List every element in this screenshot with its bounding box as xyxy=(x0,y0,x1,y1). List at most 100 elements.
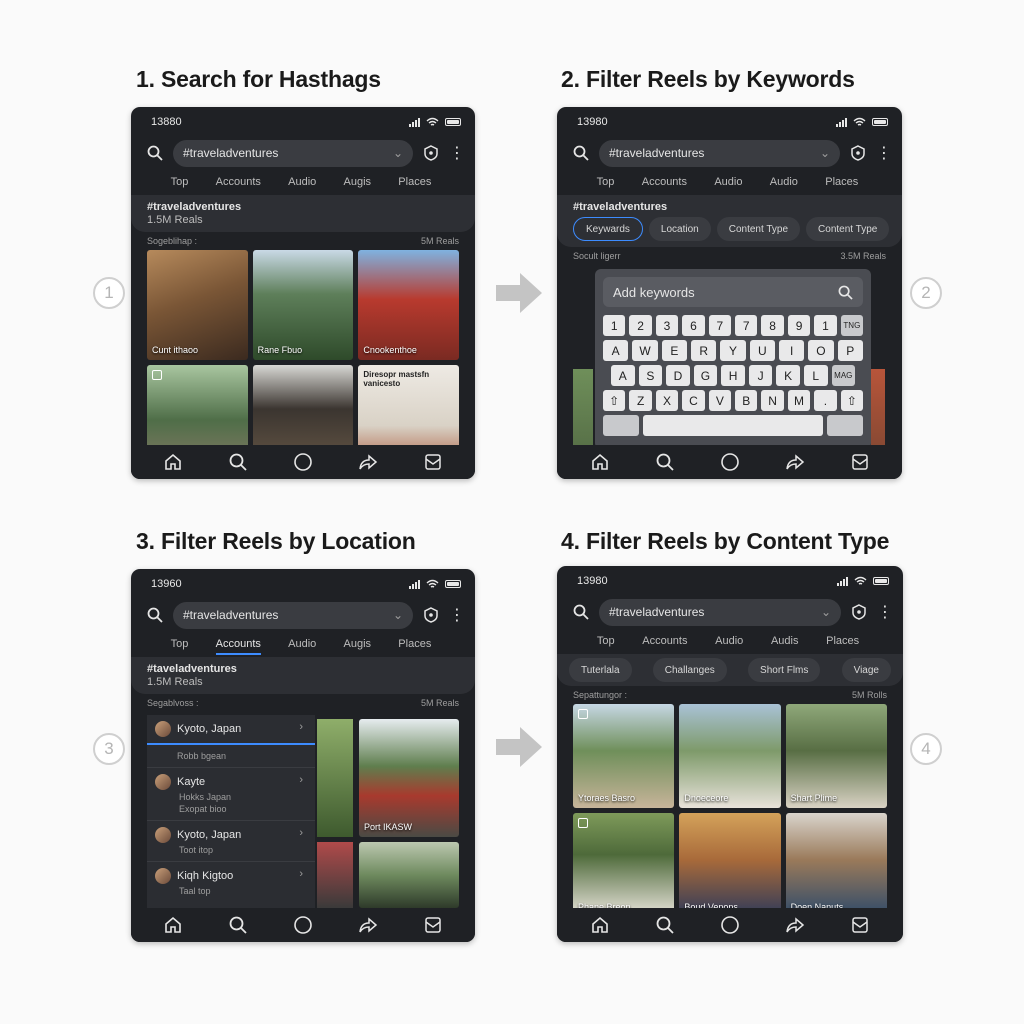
reel-thumbnail[interactable]: Port IKASW xyxy=(359,719,459,837)
shield-icon[interactable] xyxy=(850,145,866,161)
keyboard-key[interactable]: J xyxy=(748,365,773,386)
tab-audio[interactable]: Audio xyxy=(288,176,316,188)
tab-accounts[interactable]: Accounts xyxy=(642,176,687,188)
reel-thumbnail[interactable]: Ytoraes Basro xyxy=(573,704,675,808)
reel-thumbnail[interactable]: Dnoeceore xyxy=(679,704,781,808)
reels-icon[interactable] xyxy=(293,452,313,472)
chip-content-type[interactable]: Content Type xyxy=(716,217,801,241)
reel-thumbnail[interactable]: Rane Fbuo xyxy=(252,250,354,360)
inbox-icon[interactable] xyxy=(850,452,870,472)
keyboard-key[interactable]: Z xyxy=(629,390,652,411)
tab-audio-2[interactable]: Audio xyxy=(770,176,798,188)
reel-thumbnail[interactable]: Cunt ithaoo xyxy=(147,250,248,360)
keyboard-key[interactable] xyxy=(603,415,639,436)
keyboard-key[interactable]: X xyxy=(655,390,679,411)
keyboard-key[interactable]: I xyxy=(778,340,805,361)
reel-thumbnail[interactable] xyxy=(317,842,353,908)
chevron-down-icon[interactable]: ⌄ xyxy=(393,146,403,160)
keyboard-key[interactable]: L xyxy=(803,365,828,386)
tab-augis[interactable]: Augis xyxy=(344,176,372,188)
keyboard-key[interactable]: M xyxy=(787,390,811,411)
reels-icon[interactable] xyxy=(293,915,313,935)
keyboard-key[interactable]: 3 xyxy=(655,315,679,336)
share-icon[interactable] xyxy=(358,915,378,935)
tab-augis[interactable]: Augis xyxy=(344,638,372,650)
chip-tutorials[interactable]: Tuterlala xyxy=(569,658,632,682)
keyboard-key[interactable]: TNG xyxy=(840,315,864,336)
reel-thumbnail[interactable]: Cnookenthoe xyxy=(358,250,459,360)
search-icon[interactable] xyxy=(147,145,163,161)
inbox-icon[interactable] xyxy=(423,915,443,935)
keyboard-key[interactable] xyxy=(827,415,863,436)
keyword-input[interactable]: Add keywords xyxy=(603,277,863,307)
chip-keywords[interactable]: Keywards xyxy=(573,217,643,241)
keyboard-key[interactable]: O xyxy=(808,340,834,361)
chip-location[interactable]: Location xyxy=(648,217,711,241)
location-item[interactable]: Kyoto, Japan › xyxy=(147,715,315,745)
keyboard-key[interactable]: A xyxy=(603,340,629,361)
reel-thumbnail[interactable]: Boud Venons xyxy=(679,813,781,917)
more-options-icon[interactable]: ⋮ xyxy=(449,143,465,163)
tab-audio[interactable]: Audio xyxy=(714,176,742,188)
home-icon[interactable] xyxy=(590,452,610,472)
keyboard-key[interactable]: C xyxy=(682,390,705,411)
more-options-icon[interactable]: ⋮ xyxy=(876,143,892,163)
keyboard-key[interactable]: 9 xyxy=(787,315,811,336)
location-item[interactable]: Kayte Hokks Japan Exopat bioo › xyxy=(147,768,315,821)
tab-places[interactable]: Places xyxy=(826,635,859,647)
tab-places[interactable]: Places xyxy=(398,638,431,650)
keyboard-key[interactable]: N xyxy=(761,390,784,411)
search-input[interactable]: #traveladventures ⌄ xyxy=(599,139,840,167)
keyboard-key[interactable]: 7 xyxy=(708,315,732,336)
keyboard-key[interactable]: A xyxy=(611,365,635,386)
keyboard-key[interactable]: P xyxy=(837,340,863,361)
keyboard-key[interactable]: 1 xyxy=(814,315,837,336)
shield-icon[interactable] xyxy=(851,604,867,620)
keyboard-key[interactable]: MAG xyxy=(831,365,856,386)
search-input[interactable]: #traveladventures ⌄ xyxy=(173,139,413,167)
keyboard-key[interactable]: . xyxy=(814,390,837,411)
reel-thumbnail[interactable]: Doen Nanuts xyxy=(785,813,887,917)
keyboard-key[interactable]: H xyxy=(721,365,745,386)
hashtag-header[interactable]: #traveladventures Keywards Location Cont… xyxy=(557,195,902,247)
home-icon[interactable] xyxy=(163,915,183,935)
chevron-down-icon[interactable]: ⌄ xyxy=(393,608,403,622)
chip-content-type-2[interactable]: Content Type xyxy=(806,217,890,241)
keyboard-key[interactable]: ⇧ xyxy=(603,390,626,411)
search-icon[interactable] xyxy=(147,607,163,623)
location-item[interactable]: Kyoto, Japan Toot itop › xyxy=(147,821,315,862)
reel-thumbnail[interactable]: Shart Plime xyxy=(785,704,887,808)
tab-audis[interactable]: Audis xyxy=(771,635,799,647)
chip-vlogs[interactable]: Viage xyxy=(841,658,891,682)
keyboard-key[interactable]: S xyxy=(638,365,663,386)
search-icon[interactable] xyxy=(655,452,675,472)
search-icon[interactable] xyxy=(573,145,589,161)
hashtag-header[interactable]: #traveladventures 1.5M Reals xyxy=(131,195,475,232)
tab-accounts[interactable]: Accounts xyxy=(215,638,261,655)
chip-short-films[interactable]: Short Flms xyxy=(748,658,821,682)
tab-top[interactable]: Top xyxy=(597,176,615,188)
space-key[interactable] xyxy=(643,415,823,436)
location-item[interactable]: Kiqh Kigtoo Taal top › xyxy=(147,862,315,902)
tab-accounts[interactable]: Accounts xyxy=(216,176,261,188)
keyboard-key[interactable]: G xyxy=(693,365,718,386)
share-icon[interactable] xyxy=(785,452,805,472)
keyboard-key[interactable]: 7 xyxy=(735,315,758,336)
keyboard-key[interactable]: W xyxy=(632,340,658,361)
tab-top[interactable]: Top xyxy=(597,635,615,647)
home-icon[interactable] xyxy=(590,915,610,935)
shield-icon[interactable] xyxy=(423,607,439,623)
search-icon[interactable] xyxy=(655,915,675,935)
keyboard-key[interactable]: 6 xyxy=(682,315,705,336)
keyboard-key[interactable]: 1 xyxy=(603,315,626,336)
tab-places[interactable]: Places xyxy=(825,176,858,188)
chip-challenges[interactable]: Challanges xyxy=(652,658,727,682)
search-input[interactable]: #traveladventures ⌄ xyxy=(173,601,413,629)
reels-icon[interactable] xyxy=(720,452,740,472)
keyboard-key[interactable]: E xyxy=(661,340,687,361)
tab-places[interactable]: Places xyxy=(398,176,431,188)
chevron-down-icon[interactable]: ⌄ xyxy=(821,605,831,619)
inbox-icon[interactable] xyxy=(850,915,870,935)
search-icon[interactable] xyxy=(228,915,248,935)
keyboard-key[interactable]: 2 xyxy=(629,315,652,336)
